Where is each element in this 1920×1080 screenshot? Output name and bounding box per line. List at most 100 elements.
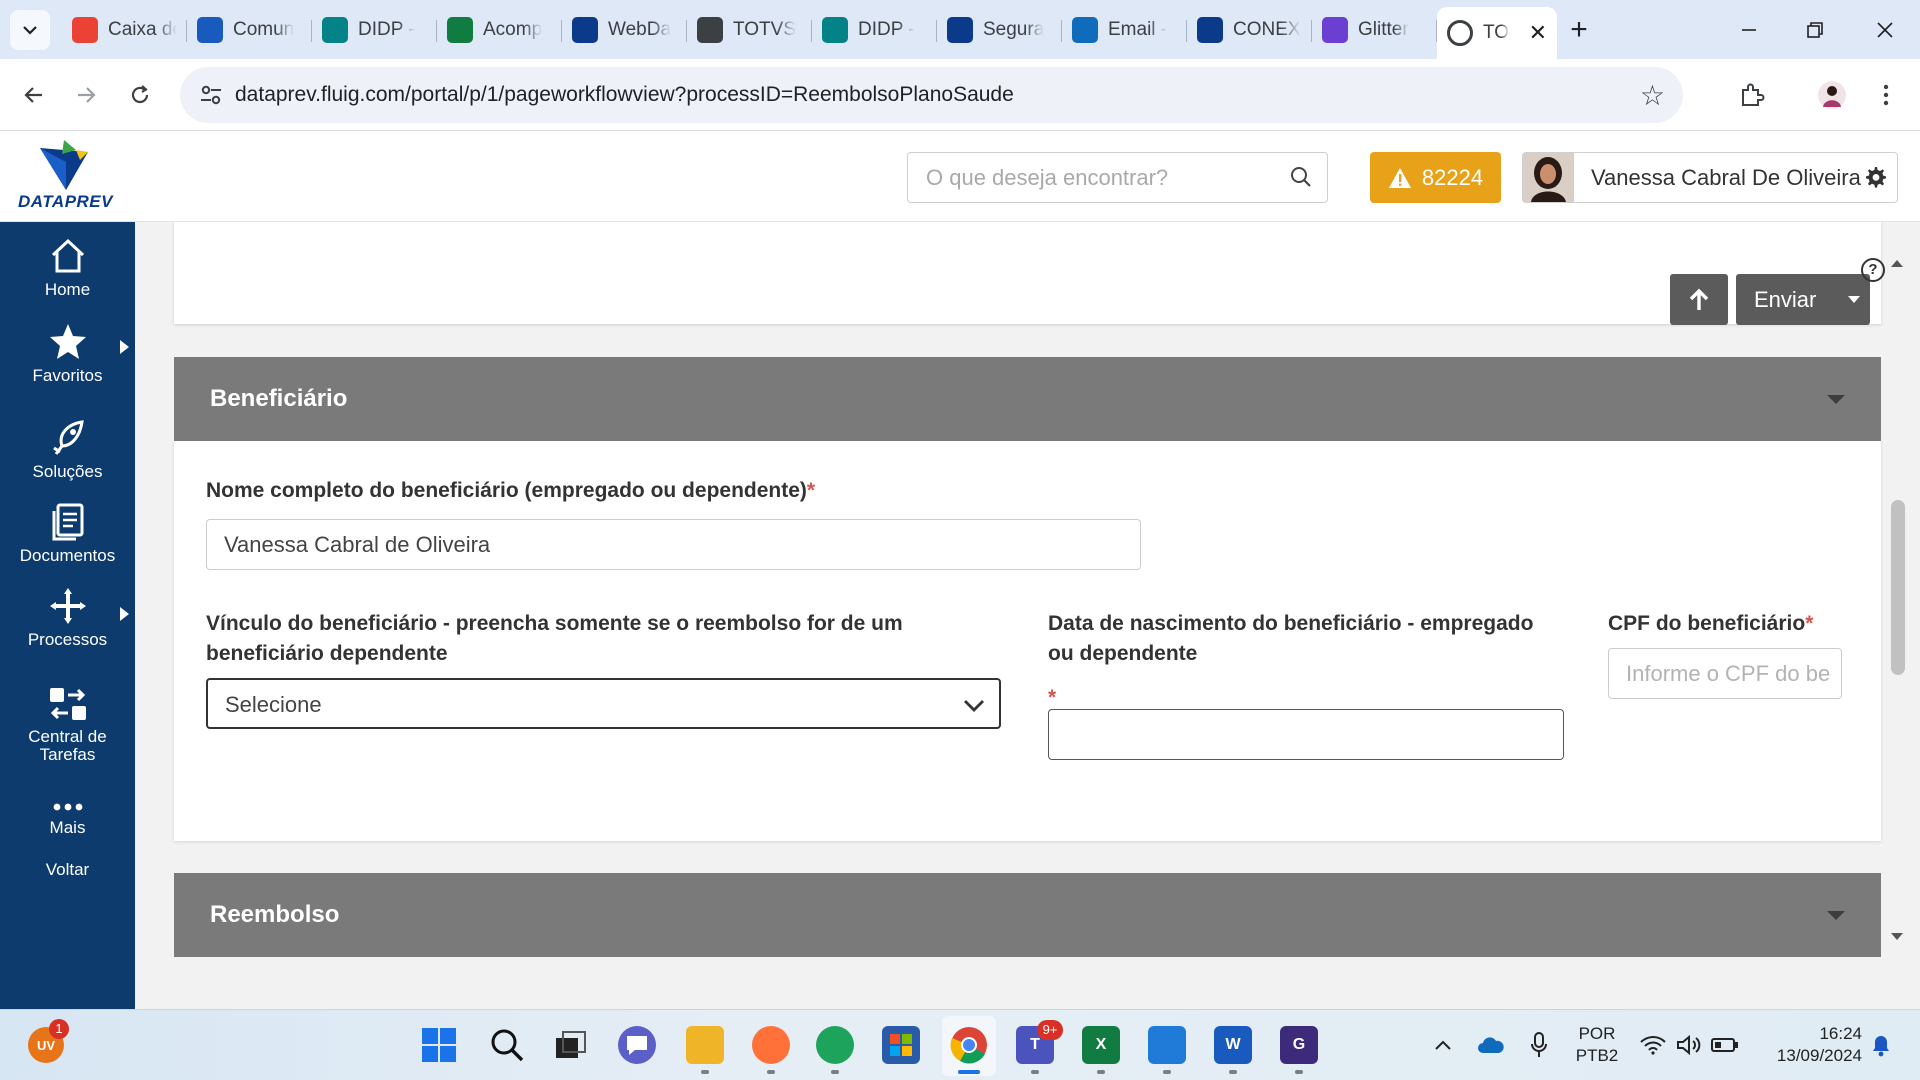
tab-search-button[interactable] xyxy=(10,10,50,50)
sidebar-item-favoritos[interactable]: Favoritos xyxy=(0,322,135,386)
extensions-button[interactable] xyxy=(1730,73,1774,117)
bookmark-star-icon[interactable]: ☆ xyxy=(1640,79,1665,112)
photos-icon[interactable] xyxy=(1148,1026,1186,1064)
system-clock[interactable]: 16:24 13/09/2024 xyxy=(1752,1023,1862,1067)
search-icon[interactable] xyxy=(1289,165,1313,189)
help-icon[interactable]: ? xyxy=(1861,258,1885,282)
dataprev-logo[interactable]: DATAPREV xyxy=(18,140,113,215)
edge-icon[interactable] xyxy=(816,1026,854,1064)
user-avatar[interactable] xyxy=(1523,153,1574,202)
browser-tab[interactable]: CONEX xyxy=(1187,7,1312,53)
user-menu[interactable]: Vanessa Cabral De Oliveira xyxy=(1522,152,1898,203)
word-icon[interactable]: W xyxy=(1214,1026,1252,1064)
browser-tab[interactable]: Segura xyxy=(937,7,1062,53)
onedrive-icon[interactable] xyxy=(1472,1026,1510,1064)
expand-arrow-icon[interactable] xyxy=(120,340,129,354)
wifi-icon[interactable] xyxy=(1634,1026,1672,1064)
tab-label: Email - xyxy=(1108,19,1168,40)
browser-tab[interactable]: Email - xyxy=(1062,7,1187,53)
required-mark: * xyxy=(1805,612,1814,635)
section-beneficiario-header[interactable]: Beneficiário xyxy=(174,357,1881,441)
sidebar-item-documentos[interactable]: Documentos xyxy=(0,502,135,566)
sidebar-item-home[interactable]: Home xyxy=(0,236,135,300)
microphone-icon[interactable] xyxy=(1520,1026,1558,1064)
scrollbar-thumb[interactable] xyxy=(1891,500,1905,675)
address-bar[interactable]: dataprev.fluig.com/portal/p/1/pageworkfl… xyxy=(180,67,1683,123)
scroll-top-button[interactable] xyxy=(1670,274,1728,325)
file-explorer-icon[interactable] xyxy=(686,1026,724,1064)
dataprev-icon xyxy=(572,17,598,43)
browser-tab-active[interactable]: TO ✕ xyxy=(1437,7,1557,59)
search-input[interactable] xyxy=(908,153,1268,202)
nascimento-input[interactable] xyxy=(1048,709,1564,760)
glitter-app-icon[interactable]: G xyxy=(1280,1026,1318,1064)
input-language[interactable]: POR PTB2 xyxy=(1572,1023,1622,1067)
battery-icon[interactable] xyxy=(1706,1026,1744,1064)
browser-tab[interactable]: Comun xyxy=(187,7,312,53)
restore-button[interactable] xyxy=(1782,0,1848,59)
tray-overflow-chevron-icon[interactable] xyxy=(1424,1026,1462,1064)
send-dropdown-caret-icon[interactable] xyxy=(1848,296,1860,303)
gear-icon[interactable] xyxy=(1863,165,1887,189)
alerts-button[interactable]: 82224 xyxy=(1370,152,1501,203)
tab-list: Caixa de Comun DIDP - Acomp WebDa TOTVS DIDP -… xyxy=(62,7,1601,59)
chevron-down-icon xyxy=(23,26,37,35)
nome-beneficiario-input[interactable]: Vanessa Cabral de Oliveira xyxy=(206,519,1141,570)
forward-button[interactable] xyxy=(64,73,108,117)
sidebar-item-label: Favoritos xyxy=(32,366,103,385)
chrome-icon[interactable] xyxy=(950,1026,988,1064)
windows-start-icon[interactable] xyxy=(420,1026,458,1064)
cpf-input[interactable]: Informe o CPF do be xyxy=(1608,648,1842,699)
profile-avatar-icon xyxy=(1818,81,1846,109)
reload-button[interactable] xyxy=(118,73,162,117)
main-content: Enviar ? Beneficiário Nome completo do b… xyxy=(135,222,1920,1009)
battery-icon xyxy=(1711,1038,1738,1052)
teams-chat-icon[interactable] xyxy=(618,1026,656,1064)
windows-logo-icon xyxy=(422,1028,456,1062)
chat-bubble-icon xyxy=(627,1036,647,1055)
excel-icon[interactable]: X xyxy=(1082,1026,1120,1064)
browser-tab[interactable]: WebDa xyxy=(562,7,687,53)
collapse-caret-icon[interactable] xyxy=(1827,395,1845,404)
close-tab-icon[interactable]: ✕ xyxy=(1529,20,1547,46)
send-button[interactable]: Enviar xyxy=(1736,274,1870,325)
home-icon xyxy=(51,238,84,273)
sidebar-item-processos[interactable]: Processos xyxy=(0,586,135,650)
browser-tab[interactable]: Acomp xyxy=(437,7,562,53)
alert-count: 82224 xyxy=(1421,164,1484,190)
task-view-icon[interactable] xyxy=(552,1026,590,1064)
browser-menu-button[interactable] xyxy=(1864,73,1908,117)
url-text[interactable]: dataprev.fluig.com/portal/p/1/pageworkfl… xyxy=(235,67,1014,123)
close-window-button[interactable] xyxy=(1852,0,1918,59)
browser-tab[interactable]: TOTVS xyxy=(687,7,812,53)
new-tab-button[interactable]: + xyxy=(1557,7,1601,53)
volume-icon[interactable] xyxy=(1670,1026,1708,1064)
browser-tab[interactable]: Glitter xyxy=(1312,7,1437,53)
browser-tab[interactable]: DIDP - xyxy=(812,7,937,53)
firefox-icon[interactable] xyxy=(752,1026,790,1064)
keyboard-layout: PTB2 xyxy=(1575,1046,1619,1065)
search-icon xyxy=(491,1029,524,1062)
section-reembolso-header[interactable]: Reembolso xyxy=(174,873,1881,957)
expand-arrow-icon[interactable] xyxy=(120,607,129,621)
logo-mark-icon xyxy=(40,140,88,190)
sidebar-item-central-de-tarefas[interactable]: Central de Tarefas xyxy=(0,684,135,764)
microsoft-store-icon[interactable] xyxy=(882,1026,920,1064)
browser-tab[interactable]: Caixa de xyxy=(62,7,187,53)
notifications-bell-icon[interactable] xyxy=(1862,1026,1900,1064)
taskbar-search-icon[interactable] xyxy=(488,1026,526,1064)
scroll-up-arrow-icon[interactable] xyxy=(1891,260,1903,267)
cpf-label: CPF do beneficiário* xyxy=(1608,609,1813,639)
scroll-down-arrow-icon[interactable] xyxy=(1891,933,1903,940)
vertical-scrollbar[interactable] xyxy=(1885,252,1910,952)
site-settings-icon[interactable] xyxy=(198,82,224,108)
sidebar-item-voltar[interactable]: Voltar xyxy=(0,860,135,880)
sidebar-item-solucoes[interactable]: Soluções xyxy=(0,418,135,482)
collapse-caret-icon[interactable] xyxy=(1827,911,1845,920)
minimize-button[interactable] xyxy=(1716,0,1782,59)
back-button[interactable] xyxy=(12,73,56,117)
sidebar-item-mais[interactable]: Mais xyxy=(0,800,135,838)
vinculo-select[interactable]: Selecione xyxy=(206,678,1001,729)
browser-tab[interactable]: DIDP - xyxy=(312,7,437,53)
profile-button[interactable] xyxy=(1810,73,1854,117)
